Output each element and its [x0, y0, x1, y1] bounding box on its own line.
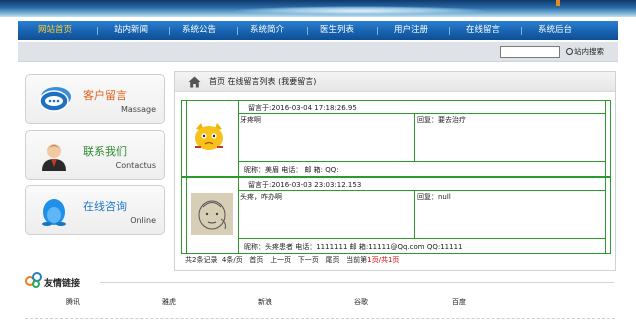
nav-separator: | — [96, 26, 99, 35]
link-item[interactable]: 谷歌 — [354, 297, 368, 307]
search-bar: 站内搜索 — [18, 42, 618, 62]
banner-accent-mark — [556, 0, 560, 6]
pager-last[interactable]: 尾页 — [325, 256, 339, 264]
nav-item-home[interactable]: 网站首页 — [38, 21, 72, 40]
pagination: 共2条记录 4条/页 首页 上一页 下一页 尾页 当前第1页/共1页 — [185, 255, 399, 265]
message-contact-info: 昵称：美眉 电话： 邮 箱: QQ: — [244, 166, 339, 174]
search-input[interactable] — [500, 46, 560, 58]
message-content: 牙疼啊 — [240, 116, 261, 124]
message-reply: 回复：要去治疗 — [417, 116, 466, 124]
nav-separator: | — [236, 26, 239, 35]
banner-wave-decoration — [230, 6, 490, 16]
link-item[interactable]: 腾讯 — [66, 297, 80, 307]
chat-bubbles-icon — [39, 87, 71, 112]
cartoon-cat-avatar — [195, 123, 223, 150]
pager-next[interactable]: 下一页 — [298, 256, 319, 264]
sketch-face-avatar — [191, 193, 233, 235]
top-banner — [0, 0, 636, 17]
pager-per-page: 4条/页 — [221, 256, 243, 264]
link-item[interactable]: 新浪 — [258, 297, 272, 307]
message-content: 头疼，咋办啊 — [240, 193, 282, 201]
nav-separator: | — [376, 26, 379, 35]
link-item[interactable]: 百度 — [452, 297, 466, 307]
nav-separator: | — [520, 26, 523, 35]
card-title: 在线咨询 — [83, 200, 127, 213]
search-button[interactable]: 站内搜索 — [566, 45, 604, 59]
nav-item-notice[interactable]: 系统公告 — [182, 21, 216, 40]
nav-separator: | — [448, 26, 451, 35]
card-subtitle: Contactus — [115, 161, 156, 170]
card-online[interactable]: 在线咨询 Online — [25, 185, 165, 235]
pager-prev[interactable]: 上一页 — [270, 256, 291, 264]
pager-total: 共2条记录 — [185, 256, 218, 264]
nav-item-doctors[interactable]: 医生列表 — [320, 21, 354, 40]
message-contact-info: 昵称：头疼患者 电话：1111111 邮 箱:11111@Qq.com QQ:1… — [244, 243, 463, 251]
search-icon — [566, 48, 573, 55]
nav-item-news[interactable]: 站内新闻 — [114, 21, 148, 40]
message-reply: 回复：null — [417, 193, 451, 201]
search-button-label: 站内搜索 — [574, 47, 604, 56]
pager-first[interactable]: 首页 — [249, 256, 263, 264]
links-title: 友情链接 — [44, 279, 81, 289]
main-nav: 网站首页 | 站内新闻 | 系统公告 | 系统简介 | 医生列表 | 用户注册 … — [18, 21, 618, 40]
bottom-divider — [25, 318, 615, 319]
card-title: 联系我们 — [83, 145, 127, 158]
links-divider — [100, 282, 614, 283]
breadcrumb-text[interactable]: 首页 在线留言列表 (我要留言) — [209, 76, 316, 87]
message-entry: 留言于:2016-03-03 23:03:12.153 头疼，咋办啊 回复：nu… — [181, 177, 611, 254]
link-item[interactable]: 雅虎 — [162, 297, 176, 307]
card-guestbook[interactable]: 客户留言 Massage — [25, 74, 165, 124]
home-icon[interactable] — [188, 76, 201, 88]
card-title: 客户留言 — [83, 89, 127, 102]
nav-separator: | — [168, 26, 171, 35]
message-time: 留言于:2016-03-03 23:03:12.153 — [248, 181, 362, 189]
message-time: 留言于:2016-03-04 17:18:26.95 — [248, 104, 357, 112]
breadcrumb: 首页 在线留言列表 (我要留言) — [175, 72, 615, 92]
card-subtitle: Online — [130, 216, 156, 225]
nav-item-about[interactable]: 系统简介 — [250, 21, 284, 40]
pager-current-label: 当前第 — [346, 256, 368, 264]
message-panel: 首页 在线留言列表 (我要留言) 留言于:2016-03-04 17:18:26… — [174, 71, 616, 271]
pager-current-value: 1页/共1页 — [367, 256, 400, 264]
nav-item-register[interactable]: 用户注册 — [394, 21, 428, 40]
nav-separator: | — [306, 26, 309, 35]
person-icon — [42, 144, 66, 171]
card-contact[interactable]: 联系我们 Contactus — [25, 130, 165, 180]
nav-item-admin[interactable]: 系统后台 — [538, 21, 572, 40]
nav-item-guestbook[interactable]: 在线留言 — [466, 21, 500, 40]
links-logo-icon — [25, 272, 42, 288]
card-subtitle: Massage — [120, 105, 156, 114]
qq-penguin-icon — [42, 199, 66, 226]
message-entry: 留言于:2016-03-04 17:18:26.95 牙疼啊 回复：要去治疗 昵… — [181, 100, 611, 177]
